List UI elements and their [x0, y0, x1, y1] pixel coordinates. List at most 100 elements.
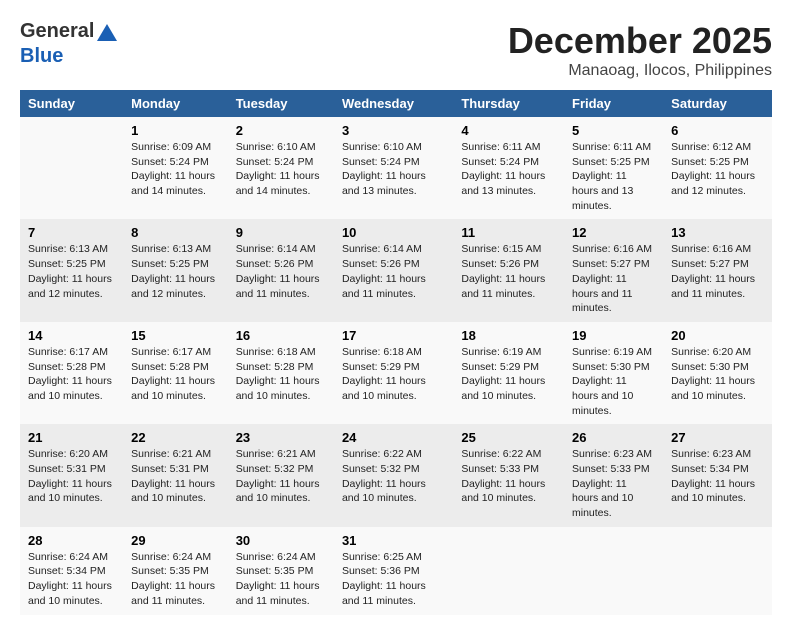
day-number: 31 — [342, 533, 445, 548]
day-info: Sunrise: 6:18 AMSunset: 5:29 PMDaylight:… — [342, 346, 426, 402]
day-number: 21 — [28, 430, 115, 445]
day-info: Sunrise: 6:13 AMSunset: 5:25 PMDaylight:… — [131, 243, 215, 299]
calendar-header: SundayMondayTuesdayWednesdayThursdayFrid… — [20, 90, 772, 117]
calendar-cell: 18Sunrise: 6:19 AMSunset: 5:29 PMDayligh… — [453, 322, 564, 424]
day-number: 27 — [671, 430, 764, 445]
day-info: Sunrise: 6:11 AMSunset: 5:25 PMDaylight:… — [572, 141, 651, 212]
calendar-cell: 1 Sunrise: 6:09 AMSunset: 5:24 PMDaylight… — [123, 117, 228, 219]
day-info: Sunrise: 6:17 AMSunset: 5:28 PMDaylight:… — [131, 346, 215, 402]
day-number: 23 — [236, 430, 326, 445]
calendar-cell: 11 Sunrise: 6:15 AMSunset: 5:26 PMDayligh… — [453, 219, 564, 321]
calendar-week-row: 21 Sunrise: 6:20 AMSunset: 5:31 PMDayligh… — [20, 424, 772, 526]
calendar-cell — [564, 527, 663, 615]
calendar-cell: 2Sunrise: 6:10 AMSunset: 5:24 PMDaylight… — [228, 117, 334, 219]
day-number: 13 — [671, 225, 764, 240]
day-info: Sunrise: 6:24 AMSunset: 5:35 PMDaylight:… — [131, 551, 215, 607]
day-number: 28 — [28, 533, 115, 548]
weekday-row: SundayMondayTuesdayWednesdayThursdayFrid… — [20, 90, 772, 117]
calendar-cell: 30 Sunrise: 6:24 AMSunset: 5:35 PMDayligh… — [228, 527, 334, 615]
day-info: Sunrise: 6:14 AMSunset: 5:26 PMDaylight:… — [236, 243, 320, 299]
day-number: 7 — [28, 225, 115, 240]
day-info: Sunrise: 6:22 AMSunset: 5:32 PMDaylight:… — [342, 448, 426, 504]
calendar-cell: 3Sunrise: 6:10 AMSunset: 5:24 PMDaylight… — [334, 117, 453, 219]
day-info: Sunrise: 6:10 AMSunset: 5:24 PMDaylight:… — [236, 141, 320, 197]
weekday-header: Tuesday — [228, 90, 334, 117]
calendar-table: SundayMondayTuesdayWednesdayThursdayFrid… — [20, 90, 772, 615]
day-info: Sunrise: 6:23 AMSunset: 5:33 PMDaylight:… — [572, 448, 652, 519]
calendar-cell: 27 Sunrise: 6:23 AMSunset: 5:34 PMDayligh… — [663, 424, 772, 526]
location-title: Manaoag, Ilocos, Philippines — [508, 62, 772, 80]
calendar-cell: 16 Sunrise: 6:18 AMSunset: 5:28 PMDayligh… — [228, 322, 334, 424]
day-info: Sunrise: 6:09 AMSunset: 5:24 PMDaylight:… — [131, 141, 215, 197]
logo: General Blue — [20, 20, 120, 68]
calendar-cell: 9 Sunrise: 6:14 AMSunset: 5:26 PMDaylight… — [228, 219, 334, 321]
day-number: 4 — [461, 123, 556, 138]
day-info: Sunrise: 6:20 AMSunset: 5:30 PMDaylight:… — [671, 346, 755, 402]
day-number: 16 — [236, 328, 326, 343]
weekday-header: Wednesday — [334, 90, 453, 117]
calendar-cell — [20, 117, 123, 219]
calendar-cell: 31 Sunrise: 6:25 AMSunset: 5:36 PMDayligh… — [334, 527, 453, 615]
day-number: 1 — [131, 123, 220, 138]
day-info: Sunrise: 6:12 AMSunset: 5:25 PMDaylight:… — [671, 141, 755, 197]
calendar-cell: 7 Sunrise: 6:13 AMSunset: 5:25 PMDaylight… — [20, 219, 123, 321]
calendar-cell — [663, 527, 772, 615]
day-number: 20 — [671, 328, 764, 343]
calendar-cell: 19Sunrise: 6:19 AMSunset: 5:30 PMDayligh… — [564, 322, 663, 424]
calendar-cell: 5 Sunrise: 6:11 AMSunset: 5:25 PMDaylight… — [564, 117, 663, 219]
day-number: 25 — [461, 430, 556, 445]
day-number: 8 — [131, 225, 220, 240]
calendar-cell: 14 Sunrise: 6:17 AMSunset: 5:28 PMDayligh… — [20, 322, 123, 424]
calendar-cell: 25Sunrise: 6:22 AMSunset: 5:33 PMDayligh… — [453, 424, 564, 526]
calendar-cell: 21 Sunrise: 6:20 AMSunset: 5:31 PMDayligh… — [20, 424, 123, 526]
calendar-cell: 8 Sunrise: 6:13 AMSunset: 5:25 PMDaylight… — [123, 219, 228, 321]
day-number: 6 — [671, 123, 764, 138]
page-header: General Blue December 2025 Manaoag, Iloc… — [20, 20, 772, 80]
day-number: 14 — [28, 328, 115, 343]
day-number: 9 — [236, 225, 326, 240]
day-number: 24 — [342, 430, 445, 445]
title-block: December 2025 Manaoag, Ilocos, Philippin… — [508, 20, 772, 80]
logo-text: General Blue — [20, 20, 120, 68]
logo-general: General — [20, 24, 120, 41]
day-info: Sunrise: 6:23 AMSunset: 5:34 PMDaylight:… — [671, 448, 755, 504]
day-number: 12 — [572, 225, 655, 240]
weekday-header: Friday — [564, 90, 663, 117]
day-info: Sunrise: 6:18 AMSunset: 5:28 PMDaylight:… — [236, 346, 320, 402]
logo-blue: Blue — [20, 45, 63, 67]
calendar-body: 1 Sunrise: 6:09 AMSunset: 5:24 PMDaylight… — [20, 117, 772, 615]
calendar-week-row: 7 Sunrise: 6:13 AMSunset: 5:25 PMDaylight… — [20, 219, 772, 321]
day-info: Sunrise: 6:25 AMSunset: 5:36 PMDaylight:… — [342, 551, 426, 607]
day-info: Sunrise: 6:20 AMSunset: 5:31 PMDaylight:… — [28, 448, 112, 504]
day-number: 30 — [236, 533, 326, 548]
calendar-week-row: 28Sunrise: 6:24 AMSunset: 5:34 PMDayligh… — [20, 527, 772, 615]
day-number: 19 — [572, 328, 655, 343]
day-number: 5 — [572, 123, 655, 138]
calendar-week-row: 14 Sunrise: 6:17 AMSunset: 5:28 PMDayligh… — [20, 322, 772, 424]
day-info: Sunrise: 6:10 AMSunset: 5:24 PMDaylight:… — [342, 141, 426, 197]
day-number: 15 — [131, 328, 220, 343]
calendar-cell: 6 Sunrise: 6:12 AMSunset: 5:25 PMDaylight… — [663, 117, 772, 219]
calendar-cell: 29 Sunrise: 6:24 AMSunset: 5:35 PMDayligh… — [123, 527, 228, 615]
day-info: Sunrise: 6:11 AMSunset: 5:24 PMDaylight:… — [461, 141, 545, 197]
calendar-cell: 20 Sunrise: 6:20 AMSunset: 5:30 PMDayligh… — [663, 322, 772, 424]
calendar-cell: 28Sunrise: 6:24 AMSunset: 5:34 PMDayligh… — [20, 527, 123, 615]
calendar-cell — [453, 527, 564, 615]
day-number: 17 — [342, 328, 445, 343]
weekday-header: Thursday — [453, 90, 564, 117]
day-number: 29 — [131, 533, 220, 548]
day-info: Sunrise: 6:15 AMSunset: 5:26 PMDaylight:… — [461, 243, 545, 299]
day-info: Sunrise: 6:17 AMSunset: 5:28 PMDaylight:… — [28, 346, 112, 402]
calendar-cell: 10Sunrise: 6:14 AMSunset: 5:26 PMDayligh… — [334, 219, 453, 321]
calendar-cell: 17 Sunrise: 6:18 AMSunset: 5:29 PMDayligh… — [334, 322, 453, 424]
day-info: Sunrise: 6:24 AMSunset: 5:35 PMDaylight:… — [236, 551, 320, 607]
day-info: Sunrise: 6:16 AMSunset: 5:27 PMDaylight:… — [572, 243, 652, 314]
day-number: 22 — [131, 430, 220, 445]
calendar-cell: 22 Sunrise: 6:21 AMSunset: 5:31 PMDayligh… — [123, 424, 228, 526]
day-number: 18 — [461, 328, 556, 343]
day-info: Sunrise: 6:21 AMSunset: 5:31 PMDaylight:… — [131, 448, 215, 504]
calendar-cell: 13Sunrise: 6:16 AMSunset: 5:27 PMDayligh… — [663, 219, 772, 321]
calendar-cell: 23Sunrise: 6:21 AMSunset: 5:32 PMDayligh… — [228, 424, 334, 526]
day-number: 11 — [461, 225, 556, 240]
day-info: Sunrise: 6:13 AMSunset: 5:25 PMDaylight:… — [28, 243, 112, 299]
